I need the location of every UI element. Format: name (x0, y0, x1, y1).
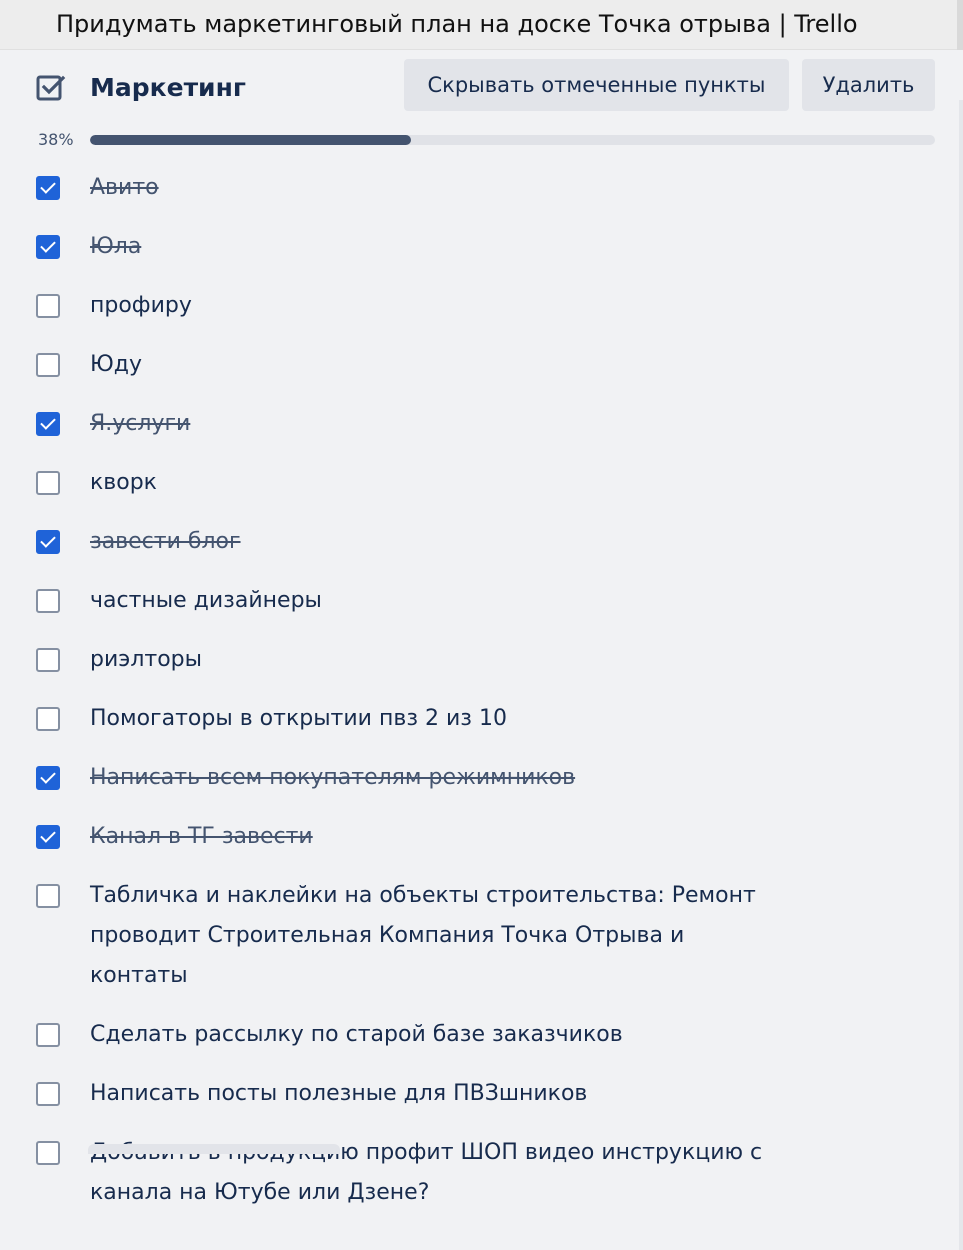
checklist-item-text[interactable]: завести блог (90, 522, 241, 562)
checklist-item-text[interactable]: Авито (90, 168, 159, 208)
checklist-item[interactable]: риэлторы (36, 640, 916, 680)
checklist-item[interactable]: Я.услуги (36, 404, 916, 444)
checklist-item-text[interactable]: Табличка и наклейки на объекты строитель… (90, 876, 770, 996)
window-title-bar: Придумать маркетинговый план на доске То… (0, 0, 963, 50)
checklist-item-text[interactable]: профиру (90, 286, 192, 326)
checklist-item-text[interactable]: частные дизайнеры (90, 581, 322, 621)
checklist-item-text[interactable]: Юду (90, 345, 142, 385)
delete-checklist-button[interactable]: Удалить (802, 59, 935, 111)
checklist-item-text[interactable]: Написать всем покупателям режимников (90, 758, 575, 798)
checklist-item[interactable]: Помогаторы в открытии пвз 2 из 10 (36, 699, 916, 739)
checklist-item[interactable]: кворк (36, 463, 916, 503)
hide-checked-button[interactable]: Скрывать отмеченные пункты (404, 59, 789, 111)
unchecked-checkbox[interactable] (36, 884, 60, 908)
unchecked-checkbox[interactable] (36, 294, 60, 318)
checklist-item[interactable]: Сделать рассылку по старой базе заказчик… (36, 1015, 916, 1055)
checklist-item-text[interactable]: Сделать рассылку по старой базе заказчик… (90, 1015, 623, 1055)
panel-right-edge (959, 100, 963, 1250)
checked-checkbox[interactable] (36, 412, 60, 436)
unchecked-checkbox[interactable] (36, 471, 60, 495)
checklist-item[interactable]: Юла (36, 227, 916, 267)
unchecked-checkbox[interactable] (36, 353, 60, 377)
checked-checkbox[interactable] (36, 530, 60, 554)
checklist-title: Маркетинг (90, 73, 246, 102)
window-title: Придумать маркетинговый план на доске То… (56, 10, 858, 38)
progress-bar-fill (90, 135, 412, 145)
checked-checkbox[interactable] (36, 766, 60, 790)
add-item-button[interactable] (88, 1144, 340, 1154)
unchecked-checkbox[interactable] (36, 1023, 60, 1047)
progress-percentage: 38% (38, 130, 74, 149)
unchecked-checkbox[interactable] (36, 1082, 60, 1106)
title-bar-edge (957, 0, 963, 50)
checklist-icon (36, 73, 66, 103)
checked-checkbox[interactable] (36, 825, 60, 849)
checklist-item[interactable]: Юду (36, 345, 916, 385)
checklist-item-text[interactable]: Написать посты полезные для ПВЗшников (90, 1074, 587, 1114)
checked-checkbox[interactable] (36, 235, 60, 259)
checked-checkbox[interactable] (36, 176, 60, 200)
checklist-item[interactable]: Написать посты полезные для ПВЗшников (36, 1074, 916, 1114)
unchecked-checkbox[interactable] (36, 648, 60, 672)
checklist-item-text[interactable]: Юла (90, 227, 141, 267)
unchecked-checkbox[interactable] (36, 1141, 60, 1165)
checklist-item[interactable]: профиру (36, 286, 916, 326)
checklist-item-text[interactable]: кворк (90, 463, 157, 503)
progress-bar-track (90, 135, 935, 145)
checklist-item-text[interactable]: Помогаторы в открытии пвз 2 из 10 (90, 699, 507, 739)
unchecked-checkbox[interactable] (36, 707, 60, 731)
checklist-item[interactable]: Авито (36, 168, 916, 208)
checklist-item-text[interactable]: Я.услуги (90, 404, 190, 444)
checklist-progress: 38% (36, 130, 936, 152)
checklist-items: Авито Юла профиру Юду Я.услуги кворк завести б… (36, 168, 916, 1232)
checklist-item-text[interactable]: риэлторы (90, 640, 202, 680)
checklist-item[interactable]: Табличка и наклейки на объекты строитель… (36, 876, 916, 996)
checklist-panel: Маркетинг Скрывать отмеченные пункты Уда… (0, 50, 963, 1250)
unchecked-checkbox[interactable] (36, 589, 60, 613)
checklist-item[interactable]: частные дизайнеры (36, 581, 916, 621)
checklist-item[interactable]: завести блог (36, 522, 916, 562)
checklist-item[interactable]: Канал в ТГ завести (36, 817, 916, 857)
checklist-item[interactable]: Написать всем покупателям режимников (36, 758, 916, 798)
checklist-item-text[interactable]: Канал в ТГ завести (90, 817, 313, 857)
